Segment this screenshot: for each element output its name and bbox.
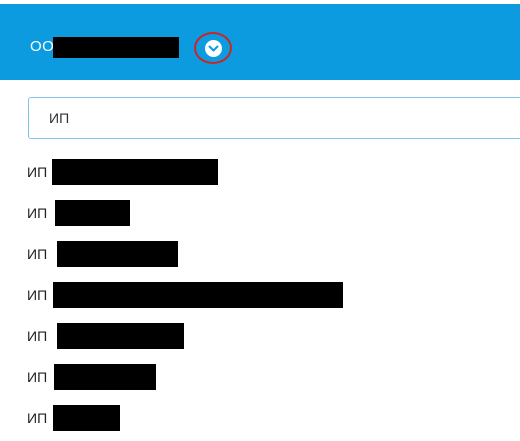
list-item[interactable]: ИП xyxy=(0,314,520,355)
org-search-field[interactable] xyxy=(28,97,520,139)
redacted-text xyxy=(57,241,178,267)
redacted-org-name xyxy=(53,37,179,58)
result-prefix: ИП xyxy=(27,164,48,180)
org-switcher-panel: ОО ИП ИП ИП ИП ИП ИП ИП ИП xyxy=(0,0,520,441)
result-prefix: ИП xyxy=(27,410,48,426)
list-item[interactable]: ИП xyxy=(0,150,520,191)
chevron-down-icon xyxy=(208,45,219,52)
list-item[interactable]: ИП xyxy=(0,355,520,396)
list-item[interactable]: ИП xyxy=(0,396,520,437)
redacted-text xyxy=(55,200,130,226)
org-dropdown-toggle[interactable] xyxy=(194,32,232,64)
result-prefix: ИП xyxy=(27,205,48,221)
result-prefix: ИП xyxy=(27,369,48,385)
redacted-text xyxy=(57,323,184,349)
result-prefix: ИП xyxy=(27,287,48,303)
result-prefix: ИП xyxy=(27,328,48,344)
org-search-input[interactable] xyxy=(29,98,520,138)
redacted-text xyxy=(53,282,343,308)
org-results-list: ИП ИП ИП ИП ИП ИП ИП xyxy=(0,150,520,437)
list-item[interactable]: ИП xyxy=(0,232,520,273)
list-item[interactable]: ИП xyxy=(0,191,520,232)
result-prefix: ИП xyxy=(27,246,48,262)
active-tab-indicator xyxy=(196,80,236,84)
org-name: ОО xyxy=(30,38,55,55)
list-item[interactable]: ИП xyxy=(0,273,520,314)
org-header: ОО xyxy=(0,0,520,84)
redacted-text xyxy=(53,405,120,431)
redacted-text xyxy=(54,364,156,390)
redacted-text xyxy=(52,159,218,185)
